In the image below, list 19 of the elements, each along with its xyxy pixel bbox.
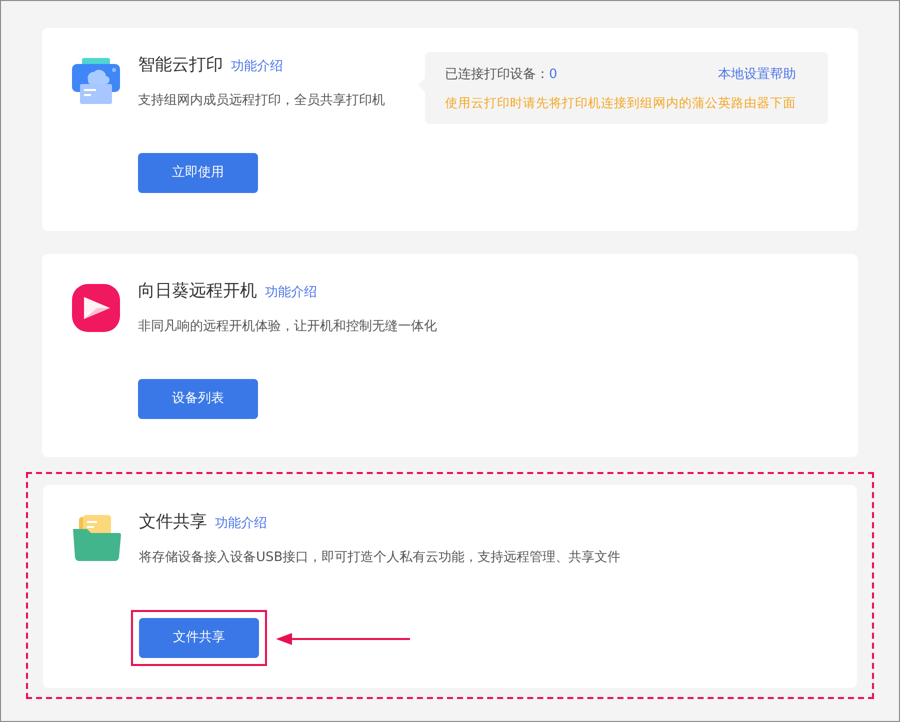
play-icon: [72, 284, 120, 332]
help-link[interactable]: 本地设置帮助: [718, 65, 808, 84]
intro-link[interactable]: 功能介绍: [265, 283, 317, 302]
connected-label: 已连接打印设备：: [445, 66, 549, 84]
card-title: 智能云打印: [138, 54, 223, 77]
card-description: 非同凡响的远程开机体验，让开机和控制无缝一体化: [138, 318, 437, 336]
card-description: 将存储设备接入设备USB接口，即可打造个人私有云功能，支持远程管理、共享文件: [139, 549, 621, 567]
notice-text: 使用云打印时请先将打印机连接到组网内的蒲公英路由器下面: [445, 94, 797, 112]
action-button[interactable]: 立即使用: [138, 152, 258, 192]
device-count: 0: [549, 66, 558, 84]
folder-icon: [73, 515, 121, 561]
card-title: 文件共享: [139, 511, 207, 534]
intro-link[interactable]: 功能介绍: [231, 57, 283, 76]
action-button[interactable]: 文件共享: [139, 618, 259, 658]
action-button[interactable]: 设备列表: [138, 378, 258, 418]
card-title: 向日葵远程开机: [138, 280, 257, 303]
printer-icon: [72, 58, 120, 104]
card-description: 支持组网内成员远程打印，全员共享打印机: [138, 92, 385, 110]
intro-link[interactable]: 功能介绍: [215, 514, 267, 534]
